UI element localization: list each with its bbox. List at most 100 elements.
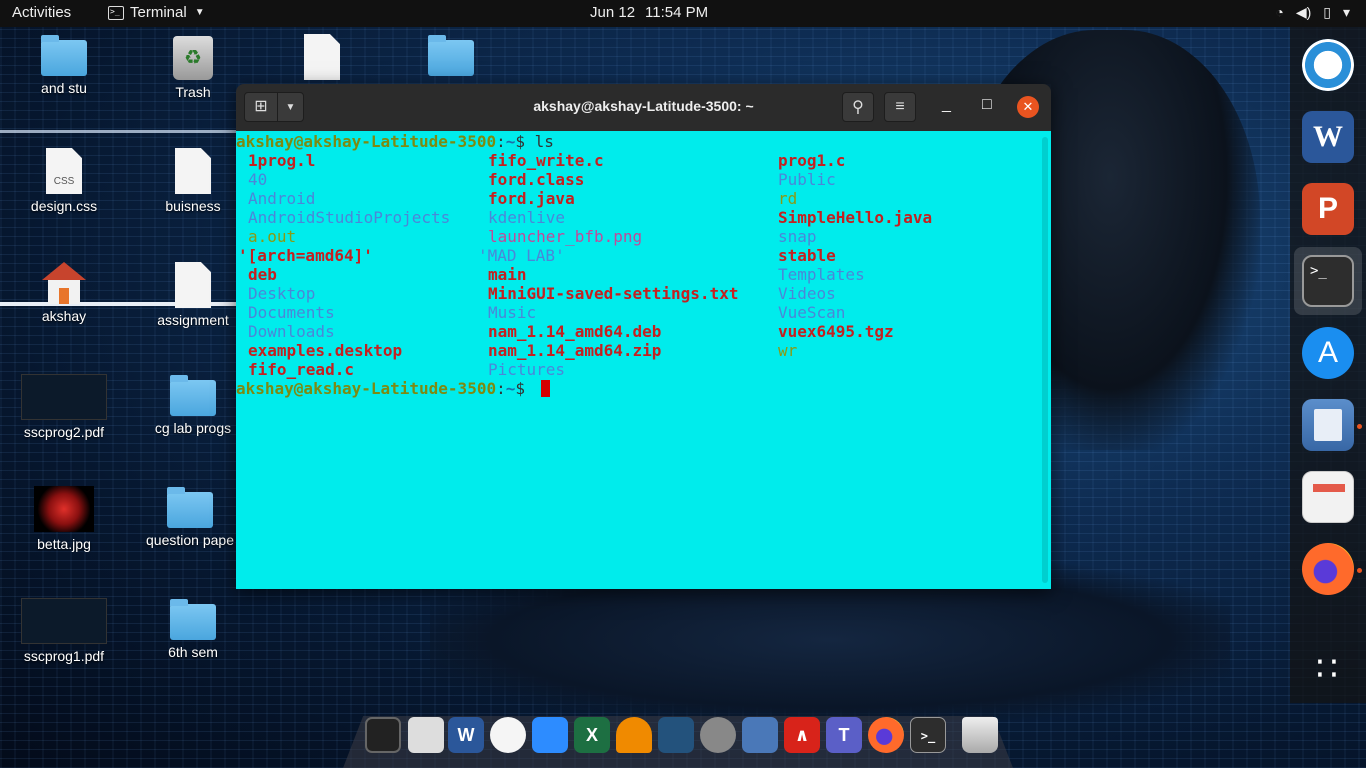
desktop-folder-cg-lab[interactable]: cg lab progs (138, 375, 248, 436)
desktop-home-akshay[interactable]: akshay (9, 262, 119, 324)
ls-entry: Downloads (248, 322, 335, 341)
css-file-icon: CSS (46, 148, 82, 194)
folder-icon (167, 487, 213, 528)
desktop-image-betta[interactable]: betta.jpg (9, 486, 119, 552)
ls-entry: Desktop (248, 284, 316, 303)
command-text: ls (534, 132, 554, 151)
command-line: akshay@akshay-Latitude-3500:~$ ls (236, 132, 1051, 151)
dock-system-monitor[interactable] (365, 717, 401, 753)
ls-entry: fifo_write.c (488, 151, 604, 170)
dock-settings[interactable] (700, 717, 736, 753)
terminal-scrollbar[interactable] (1042, 137, 1048, 583)
dock-teams[interactable]: T (826, 717, 862, 753)
dock-clock[interactable] (490, 717, 526, 753)
close-button[interactable]: ✕ (1017, 96, 1039, 118)
ls-entry: Videos (778, 284, 836, 303)
ls-entry: Public (778, 170, 836, 189)
ls-entry: examples.desktop (248, 341, 403, 360)
home-icon (42, 262, 86, 304)
ls-entry: nam_1.14_amd64.zip (488, 341, 662, 360)
app-menu[interactable]: >_ Terminal ▼ (108, 4, 205, 21)
dock-pdf-reader[interactable]: ∧ (784, 717, 820, 753)
ls-entry: prog1.c (778, 151, 846, 170)
dock-file-manager-bottom[interactable] (742, 717, 778, 753)
desktop-folder-unnamed[interactable] (396, 35, 506, 76)
text-cursor (540, 380, 550, 397)
command-line: akshay@akshay-Latitude-3500:~$ (236, 379, 1051, 398)
desktop-pdf-sscprog2[interactable]: sscprog2.pdf (9, 374, 119, 440)
desktop-folder-and-stu[interactable]: and stu (9, 35, 119, 96)
ls-entry: VueScan (778, 303, 846, 322)
wifi-icon: ◔ (1275, 4, 1284, 20)
dock-firefox-bottom[interactable] (868, 717, 904, 753)
show-apps-button[interactable]: ∷ (1302, 643, 1354, 695)
prompt-separator: : (496, 379, 506, 398)
top-bar: Activities >_ Terminal ▼ Jun 12 11:54 PM… (0, 0, 1366, 27)
terminal-output[interactable]: akshay@akshay-Latitude-3500:~$ ls 1prog.… (236, 131, 1051, 589)
chevron-down-icon: ▼ (194, 7, 205, 18)
dock-excel[interactable]: X (574, 717, 610, 753)
pdf-thumbnail-icon (21, 374, 107, 420)
dock-file-manager[interactable] (1302, 399, 1354, 451)
minimize-button[interactable]: _ (942, 96, 951, 114)
ls-entry: rd (778, 189, 798, 208)
dock-vlc[interactable] (616, 717, 652, 753)
ls-output-row: fifo_read.c Pictures (236, 360, 1051, 379)
terminal-headerbar[interactable]: ⊞ ▼ akshay@akshay-Latitude-3500: ~ ⚲ ≡ _… (236, 84, 1051, 131)
desktop-folder-question[interactable]: question pape (132, 487, 248, 548)
ls-entry: Music (488, 303, 537, 322)
desktop-icon-label: design.css (30, 198, 98, 214)
ls-entry: AndroidStudioProjects (248, 208, 451, 227)
dock-zoom[interactable] (532, 717, 568, 753)
desktop-folder-6th-sem[interactable]: 6th sem (138, 599, 248, 660)
terminal-icon: >_ (108, 5, 124, 20)
dock-speaker-app[interactable] (408, 717, 444, 753)
desktop-file-assignment[interactable]: assignment (138, 262, 248, 328)
system-tray[interactable]: ◔ ◀) ▯ ▾ (1275, 4, 1350, 21)
dock-terminal-bottom[interactable]: >_ (910, 717, 946, 753)
dock-vscode[interactable] (658, 717, 694, 753)
desktop-icon-label: and stu (41, 80, 87, 96)
menu-button[interactable]: ≡ (884, 92, 916, 122)
ls-entry: a.out (248, 227, 297, 246)
dock-word-bottom[interactable]: W (448, 717, 484, 753)
image-thumbnail-icon (34, 486, 94, 532)
search-button[interactable]: ⚲ (842, 92, 874, 122)
desktop-icon-label: sscprog2.pdf (23, 424, 105, 440)
ls-output-row: Downloads nam_1.14_amd64.deb vuex6495.tgz (236, 322, 1051, 341)
dock-sync-app[interactable] (1302, 39, 1354, 91)
desktop-file-buisness[interactable]: buisness (138, 148, 248, 214)
ls-output-row: 1prog.l fifo_write.c prog1.c (236, 151, 1051, 170)
clock[interactable]: Jun 12 11:54 PM (590, 4, 708, 21)
running-indicator (1357, 424, 1362, 429)
dock-document-reader[interactable] (1302, 471, 1354, 523)
wallpaper-highlight (0, 130, 240, 133)
ls-entry: deb (248, 265, 277, 284)
dock-firefox[interactable] (1302, 543, 1354, 595)
dock-trash[interactable] (962, 717, 998, 753)
dock-word[interactable]: W (1302, 111, 1354, 163)
prompt-user: akshay@akshay-Latitude-3500 (236, 132, 497, 151)
ls-entry: ford.java (488, 189, 575, 208)
ls-output-row: examples.desktop nam_1.14_amd64.zip wr (236, 341, 1051, 360)
ls-entry: 1prog.l (248, 151, 316, 170)
desktop-file-design-css[interactable]: CSS design.css (9, 148, 119, 214)
desktop-pdf-sscprog1[interactable]: sscprog1.pdf (9, 598, 119, 664)
dock-software-store[interactable]: A (1302, 327, 1354, 379)
search-icon: ⚲ (852, 99, 864, 116)
terminal-window[interactable]: ⊞ ▼ akshay@akshay-Latitude-3500: ~ ⚲ ≡ _… (236, 84, 1051, 589)
desktop-icon-label: question pape (146, 532, 234, 548)
dock-powerpoint[interactable]: P (1302, 183, 1354, 235)
file-icon (304, 34, 340, 80)
activities-button[interactable]: Activities (12, 4, 71, 21)
desktop-icon-label: buisness (165, 198, 221, 214)
maximize-button[interactable]: □ (982, 96, 992, 114)
ls-output-row: Desktop MiniGUI-saved-settings.txt Videos (236, 284, 1051, 303)
ls-entry: Android (248, 189, 316, 208)
dock-terminal[interactable]: >_ (1302, 255, 1354, 307)
prompt-sign: $ (515, 132, 535, 151)
ls-entry: MiniGUI-saved-settings.txt (488, 284, 739, 303)
ls-output-row: Android ford.java rd (236, 189, 1051, 208)
desktop-trash[interactable]: ♻ Trash (138, 36, 248, 100)
desktop-file-unnamed[interactable] (267, 34, 377, 80)
